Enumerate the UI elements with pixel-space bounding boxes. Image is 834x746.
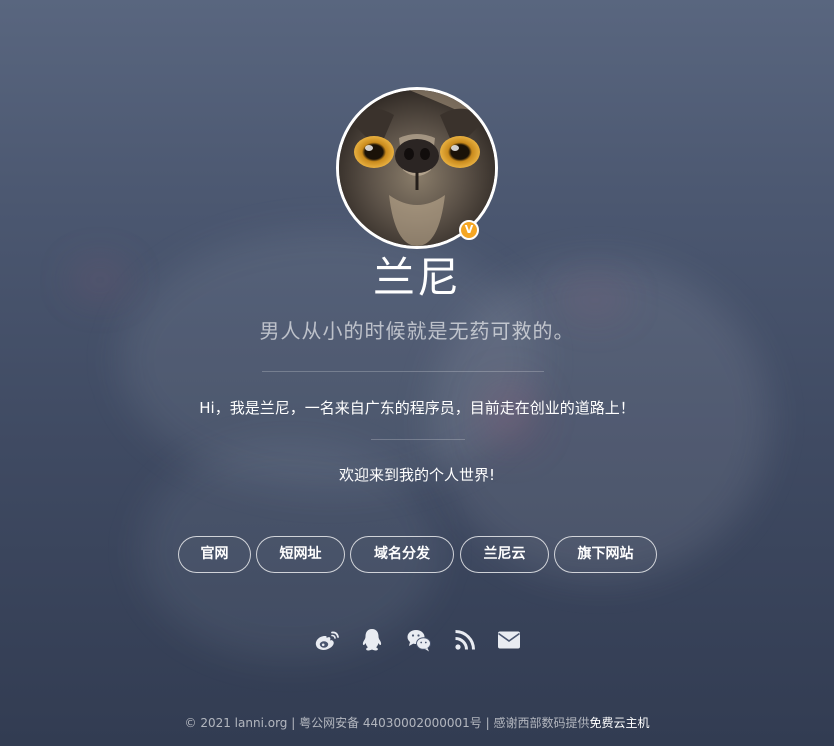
nav-button-short-url[interactable]: 短网址 <box>256 536 345 573</box>
mail-icon[interactable] <box>496 627 522 653</box>
nav-button-official-site[interactable]: 官网 <box>178 536 251 573</box>
profile-intro: Hi，我是兰尼，一名来自广东的程序员，目前走在创业的道路上！ <box>199 399 635 417</box>
divider <box>371 439 465 440</box>
profile-motto: 男人从小的时候就是无药可救的。 <box>259 319 575 343</box>
welcome-text: 欢迎来到我的个人世界! <box>338 466 495 484</box>
weibo-icon[interactable] <box>314 627 340 653</box>
divider <box>262 371 544 372</box>
nav-button-sites[interactable]: 旗下网站 <box>554 536 657 573</box>
footer: © 2021 lanni.org | 粤公网安备 44030002000001号… <box>0 713 834 733</box>
footer-free-host-link[interactable]: 免费云主机 <box>589 716 649 730</box>
page: V 兰尼 男人从小的时候就是无药可救的。 Hi，我是兰尼，一名来自广东的程序员，… <box>0 0 834 746</box>
nav-button-lanni-cloud[interactable]: 兰尼云 <box>460 536 549 573</box>
wechat-icon[interactable] <box>406 627 432 653</box>
footer-text: © 2021 lanni.org | 粤公网安备 44030002000001号… <box>184 716 590 730</box>
qq-icon[interactable] <box>359 627 385 653</box>
nav-button-domain-distribution[interactable]: 域名分发 <box>350 536 454 573</box>
profile-name: 兰尼 <box>372 253 461 302</box>
rss-icon[interactable] <box>452 627 478 653</box>
verified-badge: V <box>459 220 479 240</box>
